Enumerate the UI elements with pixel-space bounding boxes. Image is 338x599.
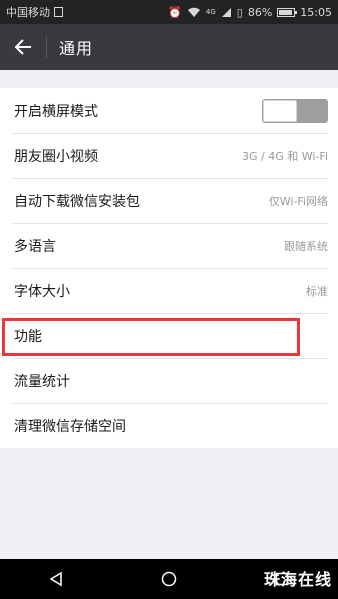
battery-icon bbox=[277, 7, 298, 17]
back-arrow-icon[interactable] bbox=[0, 24, 46, 70]
sim-icon bbox=[54, 7, 63, 17]
setting-moments-video[interactable]: 朋友圈小视频 3G / 4G 和 Wi-Fi bbox=[0, 133, 338, 178]
nav-back-icon[interactable] bbox=[36, 559, 76, 599]
sim-card-icon: ▯ bbox=[236, 5, 243, 19]
carrier-name: 中国移动 bbox=[6, 6, 50, 19]
setting-value: 3G / 4G 和 Wi-Fi bbox=[242, 149, 328, 163]
signal-label: 4G bbox=[205, 7, 216, 16]
setting-label: 清理微信存储空间 bbox=[14, 418, 126, 435]
setting-features[interactable]: 功能 bbox=[0, 313, 338, 358]
watermark: 珠海在线 bbox=[263, 570, 332, 589]
setting-label: 字体大小 bbox=[14, 283, 70, 300]
setting-auto-download[interactable]: 自动下载微信安装包 仅Wi-Fi网络 bbox=[0, 178, 338, 223]
setting-data-usage[interactable]: 流量统计 bbox=[0, 358, 338, 403]
settings-list: 开启横屏模式 朋友圈小视频 3G / 4G 和 Wi-Fi 自动下载微信安装包 … bbox=[0, 88, 338, 448]
setting-label: 开启横屏模式 bbox=[14, 103, 98, 120]
setting-value: 跟随系统 bbox=[284, 239, 328, 253]
page-title: 通用 bbox=[59, 39, 94, 58]
setting-value: 标准 bbox=[306, 284, 328, 298]
setting-label: 功能 bbox=[14, 328, 42, 345]
toggle-knob bbox=[263, 99, 297, 122]
clock: 15:05 bbox=[300, 5, 332, 19]
battery-percent: 86% bbox=[247, 5, 273, 19]
status-bar: 中国移动 ⏰ 4G ▯ 86% 15:05 bbox=[0, 0, 338, 24]
landscape-toggle[interactable] bbox=[262, 98, 328, 123]
setting-label: 流量统计 bbox=[14, 373, 70, 390]
title-divider bbox=[46, 36, 47, 58]
nav-home-icon[interactable] bbox=[149, 559, 189, 599]
setting-label: 朋友圈小视频 bbox=[14, 148, 98, 165]
setting-font-size[interactable]: 字体大小 标准 bbox=[0, 268, 338, 313]
wifi-icon bbox=[187, 7, 200, 17]
setting-label: 自动下载微信安装包 bbox=[14, 193, 140, 210]
setting-label: 多语言 bbox=[14, 238, 56, 255]
alarm-icon: ⏰ bbox=[168, 5, 182, 19]
setting-language[interactable]: 多语言 跟随系统 bbox=[0, 223, 338, 268]
setting-clear-storage[interactable]: 清理微信存储空间 bbox=[0, 403, 338, 448]
signal-icon bbox=[221, 7, 231, 17]
setting-landscape-mode[interactable]: 开启横屏模式 bbox=[0, 88, 338, 133]
title-bar: 通用 bbox=[0, 24, 338, 70]
setting-value: 仅Wi-Fi网络 bbox=[268, 194, 328, 208]
